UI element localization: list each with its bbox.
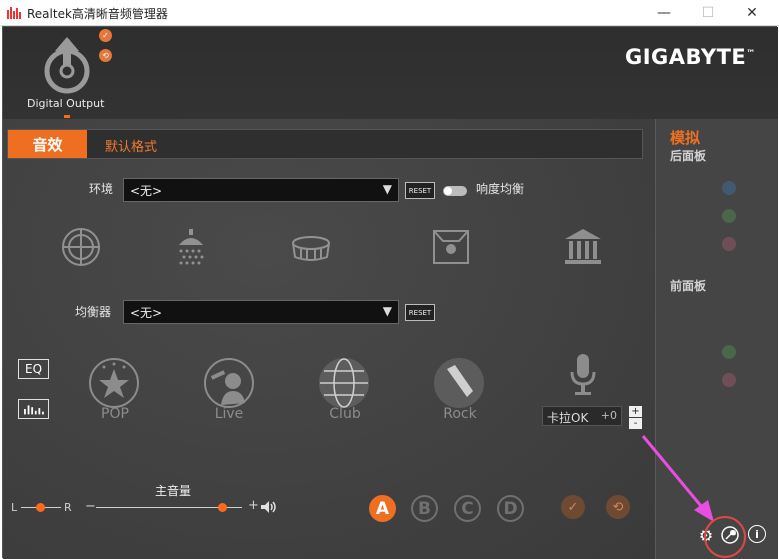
rock-preset-label: Rock — [443, 406, 477, 422]
equalizer-label: 均衡器 — [75, 305, 112, 319]
chevron-down-icon: ▼ — [382, 182, 392, 196]
device-label: Digital Output — [27, 97, 105, 110]
live-preset-icon[interactable] — [203, 357, 255, 409]
environment-select[interactable]: <无> ▼ — [123, 178, 399, 202]
close-button[interactable]: ✕ — [730, 0, 774, 26]
digital-output-icon[interactable] — [39, 35, 95, 95]
info-icon[interactable]: i — [748, 525, 766, 543]
live-preset-label: Live — [214, 406, 244, 422]
balance-left-label: L — [11, 501, 18, 514]
rear-panel-label: 后面板 — [670, 149, 707, 163]
loudness-toggle[interactable] — [443, 186, 467, 196]
stone-corridor-icon[interactable] — [61, 227, 101, 267]
tab-default-format[interactable]: 默认格式 — [105, 136, 157, 155]
profile-d-button[interactable]: D — [497, 495, 524, 522]
check-badge-icon[interactable]: ✓ — [99, 29, 112, 42]
jack-blue-icon[interactable] — [722, 181, 736, 195]
front-jack-green-icon[interactable] — [722, 345, 736, 359]
stadium-icon[interactable] — [291, 227, 331, 267]
profile-b-button[interactable]: B — [411, 495, 438, 522]
front-panel-label: 前面板 — [670, 279, 707, 293]
environment-reset-button[interactable]: RESET — [405, 182, 435, 199]
refresh-badge-icon[interactable]: ⟲ — [99, 49, 112, 62]
pop-preset-icon[interactable] — [88, 357, 140, 409]
front-jack-pink-icon[interactable] — [722, 373, 736, 387]
jack-green-icon[interactable] — [722, 209, 736, 223]
device-selected-indicator — [64, 115, 70, 118]
connector-panel: 模拟 后面板 前面板 — [655, 119, 778, 559]
jack-pink-icon[interactable] — [722, 237, 736, 251]
karaoke-minus-button[interactable]: - — [629, 418, 642, 429]
speaker-icon[interactable] — [260, 500, 278, 514]
club-preset-icon[interactable] — [318, 357, 370, 409]
save-profile-icon[interactable]: ✓ — [561, 495, 585, 519]
pop-preset-label: POP — [101, 406, 129, 422]
volume-slider-handle[interactable] — [218, 503, 227, 512]
loudness-label: 响度均衡 — [476, 182, 525, 196]
eq-button[interactable]: EQ — [18, 359, 49, 379]
volume-plus-icon[interactable]: + — [248, 498, 259, 513]
balance-right-label: R — [64, 501, 72, 514]
balance-slider-handle[interactable] — [36, 503, 45, 512]
wrench-icon[interactable] — [720, 525, 740, 545]
auditorium-icon[interactable] — [563, 227, 603, 267]
profile-a-button[interactable]: A — [369, 495, 396, 522]
tab-sound-effects[interactable]: 音效 — [8, 130, 87, 158]
microphone-icon — [570, 354, 596, 395]
profile-c-button[interactable]: C — [454, 495, 481, 522]
title-bar: Realtek高清晰音频管理器 — ☐ ✕ — [0, 0, 779, 26]
chevron-down-icon: ▼ — [382, 304, 392, 318]
room-icon[interactable] — [431, 227, 471, 267]
club-preset-label: Club — [329, 406, 361, 422]
environment-label: 环境 — [89, 182, 114, 196]
analog-title: 模拟 — [670, 129, 701, 147]
equalizer-reset-button[interactable]: RESET — [405, 304, 435, 321]
toggle-knob — [444, 187, 452, 195]
window-title: Realtek高清晰音频管理器 — [27, 7, 168, 21]
shower-icon[interactable] — [171, 227, 211, 267]
equalizer-select[interactable]: <无> ▼ — [123, 300, 399, 324]
karaoke-field[interactable]: 卡拉OK +0 — [542, 406, 622, 426]
tab-bar: 音效 默认格式 — [7, 129, 643, 159]
rock-preset-icon[interactable] — [433, 357, 485, 409]
realtek-app-icon — [7, 7, 21, 19]
minimize-button[interactable]: — — [642, 0, 686, 26]
reset-profile-icon[interactable]: ⟲ — [606, 495, 630, 519]
brand-logo: GIGABYTE™ — [625, 45, 756, 69]
master-volume-label: 主音量 — [155, 484, 192, 498]
app-window: Digital Output ✓ ⟲ GIGABYTE™ 音效 默认格式 环境 … — [2, 26, 778, 559]
graphic-eq-icon[interactable] — [18, 399, 49, 419]
device-bar: Digital Output ✓ ⟲ GIGABYTE™ — [3, 27, 778, 119]
gear-icon[interactable]: ⚙ — [696, 525, 716, 545]
karaoke-plus-button[interactable]: + — [629, 406, 642, 417]
volume-minus-icon[interactable]: − — [85, 499, 96, 514]
maximize-button[interactable]: ☐ — [686, 0, 730, 26]
